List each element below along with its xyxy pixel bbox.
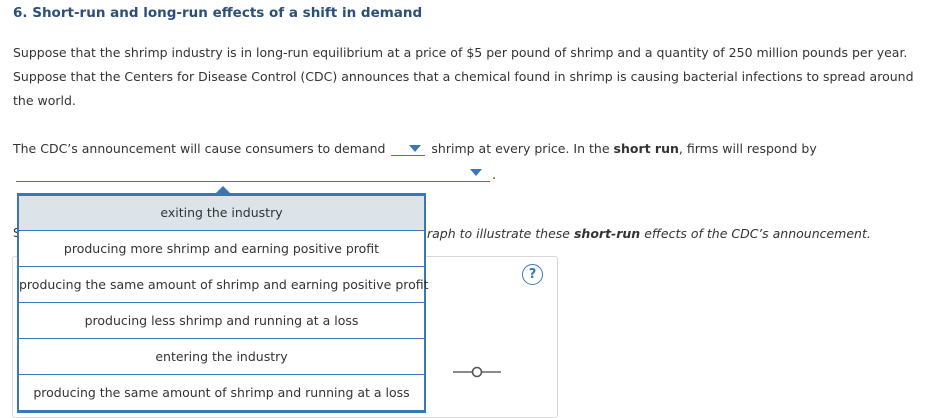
dropdown-menu[interactable]: exiting the industry producing more shri… [17, 193, 429, 413]
question-circle-icon[interactable]: ? [522, 264, 543, 285]
menu-item-same-loss[interactable]: producing the same amount of shrimp and … [19, 375, 424, 411]
line-handle-icon[interactable] [453, 364, 503, 380]
demand-dropdown[interactable] [391, 141, 426, 156]
question-title: 6. Short-run and long-run effects of a s… [13, 5, 423, 21]
sentence-period: . [492, 168, 497, 183]
menu-item-exiting[interactable]: exiting the industry [19, 196, 424, 231]
sentence-part3: , firms will respond by [678, 141, 817, 156]
menu-item-less-loss[interactable]: producing less shrimp and running at a l… [19, 303, 424, 339]
menu-item-more-positive[interactable]: producing more shrimp and earning positi… [19, 231, 424, 267]
sentence-part1: The CDC’s announcement will cause consum… [13, 141, 386, 156]
graph-instruction: raph to illustrate these short-run effec… [427, 226, 871, 241]
question-sentence: The CDC’s announcement will cause consum… [13, 140, 817, 158]
instruction-text: raph to illustrate these [427, 226, 570, 241]
instruction-bold: short-run [573, 226, 641, 241]
instruction-end: effects of the CDC’s announcement. [644, 226, 871, 241]
question-paragraph: Suppose that the shrimp industry is in l… [13, 45, 914, 108]
sentence-part2: shrimp at every price. In the [431, 141, 610, 156]
menu-item-same-positive[interactable]: producing the same amount of shrimp and … [19, 267, 429, 303]
sentence-bold: short run [613, 141, 679, 156]
chevron-down-icon [409, 145, 422, 152]
firm-response-dropdown[interactable] [16, 166, 490, 182]
menu-item-entering[interactable]: entering the industry [19, 339, 424, 375]
chevron-down-icon [470, 169, 482, 176]
